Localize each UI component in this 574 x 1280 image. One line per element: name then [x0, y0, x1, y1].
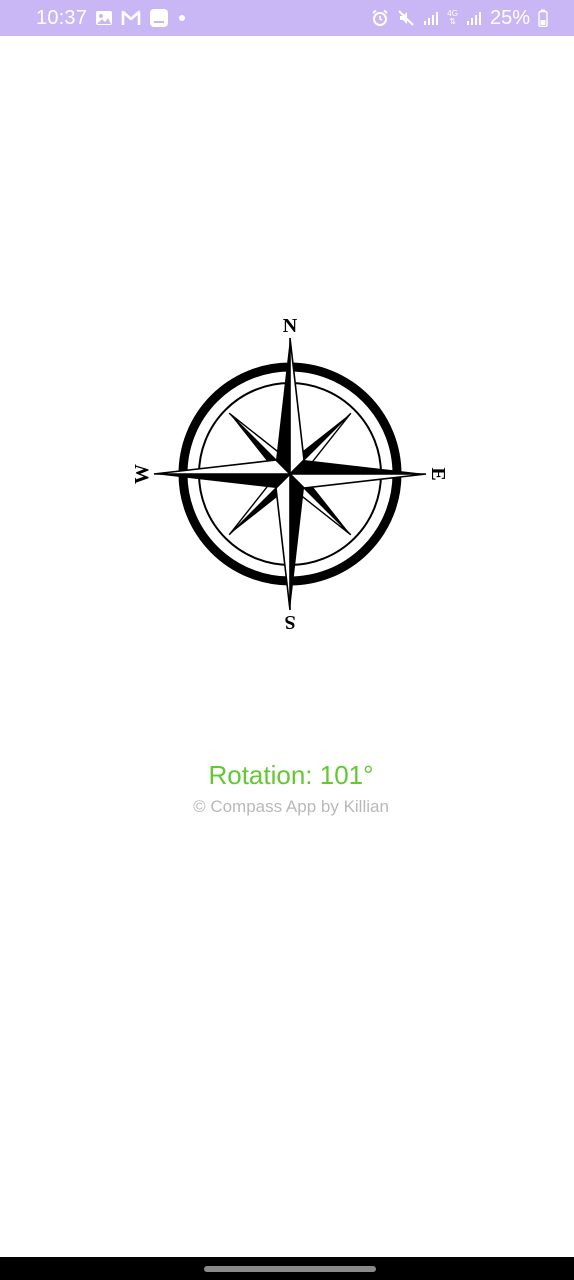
- compass-label-north: N: [283, 315, 298, 337]
- network-type: 4G ⇅: [447, 10, 458, 26]
- signal-4g-icon: [466, 10, 482, 26]
- compass-label-south: S: [284, 611, 295, 633]
- signal-icon: [423, 10, 439, 26]
- home-indicator[interactable]: [204, 1266, 376, 1272]
- status-bar: 10:37 4G ⇅ 25%: [0, 0, 574, 36]
- battery-percentage: 25%: [489, 6, 530, 29]
- rotation-readout: Rotation: 101°: [208, 760, 374, 790]
- data-arrows-icon: ⇅: [449, 17, 456, 26]
- status-bar-right: 4G ⇅ 25%: [371, 0, 548, 36]
- battery-icon: [538, 9, 548, 27]
- mute-icon: [397, 9, 415, 27]
- alarm-icon: [371, 9, 389, 27]
- status-time: 10:37: [36, 6, 88, 29]
- notification-icon: [149, 8, 169, 28]
- gallery-icon: [95, 9, 113, 27]
- app-credit: © Compass App by Killian: [193, 797, 389, 816]
- status-bar-left: 10:37: [36, 0, 187, 36]
- compass-label-east: E: [427, 467, 449, 480]
- compass-cardinal-points: [153, 337, 427, 611]
- navigation-bar: [0, 1257, 574, 1280]
- compass-rose-image: N E S W: [131, 315, 449, 633]
- compass-rose: N E S W: [125, 309, 455, 639]
- compass-label-west: W: [131, 464, 153, 484]
- gmail-icon: [121, 10, 141, 26]
- dot-icon: [177, 13, 187, 23]
- app-screen: 10:37 4G ⇅ 25% N E S W Rotation: 101° © …: [0, 0, 574, 1280]
- compass-rotating-group: N E S W: [131, 315, 449, 633]
